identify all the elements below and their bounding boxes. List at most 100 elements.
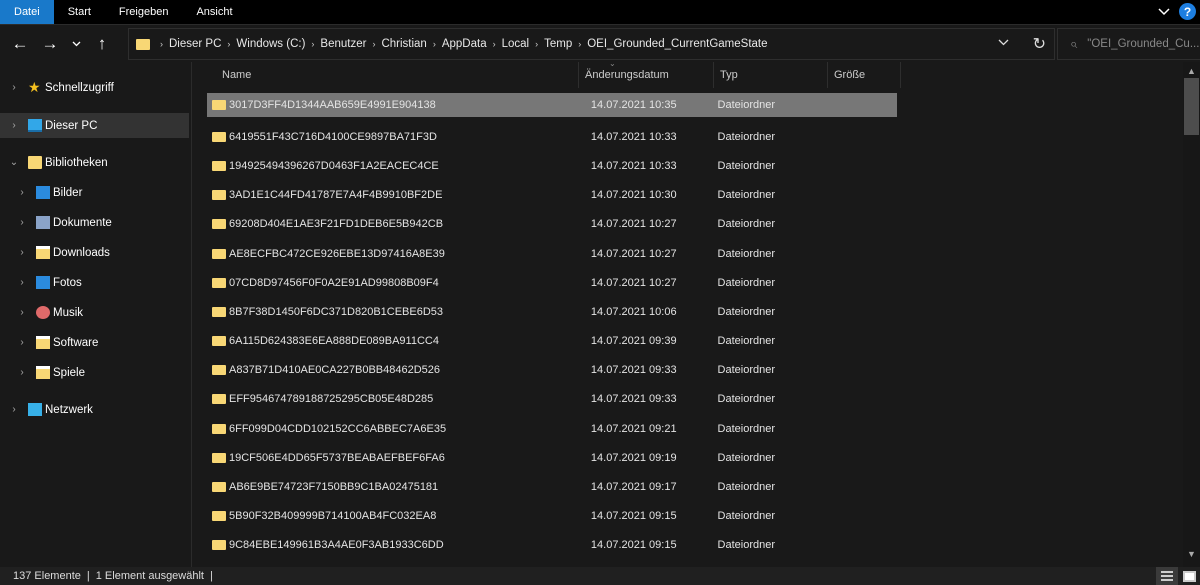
file-row[interactable]: 3AD1E1C44FD41787E7A4F4B9910BF2DE 14.07.20… — [207, 181, 897, 210]
folder-icon — [212, 336, 226, 347]
folder-icon — [212, 100, 226, 110]
file-row[interactable]: AB6E9BE74723F7150BB9C1BA02475181 14.07.20… — [207, 472, 897, 501]
navigation-pane: › ★ Schnellzugriff › Dieser PC ⌄ Bibliot… — [0, 62, 192, 567]
column-header-name[interactable]: Name — [193, 62, 579, 88]
file-row[interactable]: A837B71D410AE0CA227B0BB48462D526 14.07.20… — [207, 356, 897, 385]
file-row[interactable]: 19CF506E4DD65F5737BEABAEFBEF6FA6 14.07.20… — [207, 443, 897, 472]
file-type: Dateiordner — [717, 422, 776, 435]
scroll-down-button[interactable]: ▼ — [1183, 549, 1200, 565]
file-row-partial[interactable] — [207, 560, 897, 567]
file-row[interactable]: 5B90F32B409999B714100AB4FC032EA8 14.07.20… — [207, 502, 897, 531]
chevron-right-icon[interactable]: › — [9, 404, 19, 415]
help-icon[interactable]: ? — [1179, 3, 1196, 20]
sidebar-item-bilder[interactable]: › Bilder — [0, 180, 189, 205]
folder-icon — [212, 277, 226, 288]
chevron-right-icon[interactable]: › — [17, 337, 27, 348]
breadcrumb-separator[interactable]: › — [227, 39, 230, 49]
scroll-thumb[interactable] — [1184, 78, 1199, 135]
breadcrumb-separator[interactable]: › — [372, 39, 375, 49]
column-header-date[interactable]: ⌄ Änderungsdatum — [579, 62, 714, 88]
breadcrumb-benutzer[interactable]: Benutzer — [320, 38, 366, 50]
file-type: Dateiordner — [717, 481, 776, 494]
chevron-right-icon[interactable]: › — [17, 217, 27, 228]
search-box[interactable]: ⌕ "OEI_Grounded_Cu... — [1057, 28, 1200, 60]
file-row[interactable]: 69208D404E1AE3F21FD1DEB6E5B942CB 14.07.20… — [207, 210, 897, 239]
file-row[interactable]: 9C84EBE149961B3A4AE0F3AB1933C6DD 14.07.20… — [207, 531, 897, 560]
sidebar-item-schnellzugriff[interactable]: › ★ Schnellzugriff — [0, 75, 189, 100]
chevron-right-icon[interactable]: › — [17, 187, 27, 198]
chevron-right-icon[interactable]: › — [17, 247, 27, 258]
sidebar-item-label: Dokumente — [53, 216, 112, 229]
chevron-right-icon[interactable]: › — [17, 307, 27, 318]
file-row[interactable]: EFF954674789188725295CB05E48D285 14.07.20… — [207, 385, 897, 414]
recent-locations-button[interactable] — [65, 29, 87, 59]
tab-datei[interactable]: Datei — [0, 0, 54, 24]
breadcrumb-dieser-pc[interactable]: Dieser PC — [169, 38, 221, 50]
library-folder-icon — [36, 336, 50, 349]
address-history-dropdown[interactable] — [998, 37, 1009, 49]
column-header-type[interactable]: Typ — [714, 62, 828, 88]
forward-button[interactable]: → — [35, 29, 65, 59]
file-type: Dateiordner — [717, 393, 776, 406]
breadcrumb-windows-c[interactable]: Windows (C:) — [236, 38, 305, 50]
sidebar-item-netzwerk[interactable]: › Netzwerk — [0, 397, 189, 422]
folder-icon — [212, 394, 226, 405]
tab-ansicht[interactable]: Ansicht — [182, 0, 246, 24]
vertical-scrollbar[interactable]: ▲ ▼ — [1183, 62, 1200, 567]
sidebar-item-dieser-pc[interactable]: › Dieser PC — [0, 113, 189, 138]
column-header-label: Typ — [720, 69, 738, 81]
file-name: AB6E9BE74723F7150BB9C1BA02475181 — [229, 481, 439, 494]
folder-icon — [212, 511, 226, 522]
scroll-up-button[interactable]: ▲ — [1183, 62, 1200, 78]
file-name: 3AD1E1C44FD41787E7A4F4B9910BF2DE — [229, 189, 443, 202]
sidebar-item-fotos[interactable]: › Fotos — [0, 270, 189, 295]
file-date: 14.07.2021 09:15 — [590, 539, 677, 552]
breadcrumb-appdata[interactable]: AppData — [442, 38, 487, 50]
file-row[interactable]: AE8ECFBC472CE926EBE13D97416A8E39 14.07.20… — [207, 239, 897, 268]
sidebar-item-musik[interactable]: › Musik — [0, 300, 189, 325]
file-date: 14.07.2021 10:33 — [590, 130, 677, 143]
chevron-down-icon[interactable]: ⌄ — [9, 157, 19, 168]
sidebar-item-downloads[interactable]: › Downloads — [0, 240, 189, 265]
large-icons-view-button[interactable] — [1178, 567, 1200, 585]
file-row[interactable]: 194925494396267D0463F1A2EACEC4CE 14.07.20… — [207, 151, 897, 180]
file-row[interactable]: 3017D3FF4D1344AAB659E4991E904138 14.07.20… — [207, 93, 897, 117]
chevron-right-icon[interactable]: › — [17, 277, 27, 288]
expand-ribbon-icon[interactable] — [1157, 5, 1171, 19]
sidebar-item-dokumente[interactable]: › Dokumente — [0, 210, 189, 235]
breadcrumb-separator[interactable]: › — [493, 39, 496, 49]
file-type: Dateiordner — [717, 510, 776, 523]
breadcrumb-temp[interactable]: Temp — [544, 38, 572, 50]
breadcrumb-separator[interactable]: › — [535, 39, 538, 49]
breadcrumb-separator[interactable]: › — [578, 39, 581, 49]
chevron-right-icon[interactable]: › — [17, 367, 27, 378]
up-button[interactable]: ↑ — [87, 29, 117, 59]
chevron-right-icon[interactable]: › — [9, 82, 19, 93]
back-button[interactable]: ← — [5, 29, 35, 59]
column-header-size[interactable]: Größe — [828, 62, 901, 88]
computer-icon — [28, 119, 42, 132]
file-row[interactable]: 6FF099D04CDD102152CC6ABBEC7A6E35 14.07.20… — [207, 414, 897, 443]
sidebar-item-label: Musik — [53, 306, 84, 319]
file-row[interactable]: 6419551F43C716D4100CE9897BA71F3D 14.07.20… — [207, 122, 897, 151]
folder-icon — [136, 38, 150, 50]
breadcrumb-separator[interactable]: › — [311, 39, 314, 49]
details-view-button[interactable] — [1156, 567, 1178, 585]
breadcrumb-separator[interactable]: › — [433, 39, 436, 49]
chevron-right-icon[interactable]: › — [9, 120, 19, 131]
file-row[interactable]: 07CD8D97456F0F0A2E91AD99808B09F4 14.07.20… — [207, 268, 897, 297]
tab-freigeben[interactable]: Freigeben — [105, 0, 183, 24]
sidebar-item-bibliotheken[interactable]: ⌄ Bibliotheken — [0, 150, 189, 175]
breadcrumb-current-folder[interactable]: OEI_Grounded_CurrentGameState — [587, 38, 767, 50]
sidebar-item-spiele[interactable]: › Spiele — [0, 360, 189, 385]
sidebar-item-label: Bilder — [53, 186, 83, 199]
breadcrumb-christian[interactable]: Christian — [381, 38, 426, 50]
sidebar-item-label: Dieser PC — [45, 119, 98, 132]
breadcrumb-local[interactable]: Local — [502, 38, 530, 50]
sidebar-item-software[interactable]: › Software — [0, 330, 189, 355]
address-bar[interactable]: › Dieser PC › Windows (C:) › Benutzer › … — [128, 28, 1055, 60]
refresh-button[interactable]: ↻ — [1033, 34, 1046, 54]
file-row[interactable]: 6A115D624383E6EA888DE089BA911CC4 14.07.20… — [207, 327, 897, 356]
tab-start[interactable]: Start — [54, 0, 105, 24]
file-row[interactable]: 8B7F38D1450F6DC371D820B1CEBE6D53 14.07.20… — [207, 297, 897, 326]
